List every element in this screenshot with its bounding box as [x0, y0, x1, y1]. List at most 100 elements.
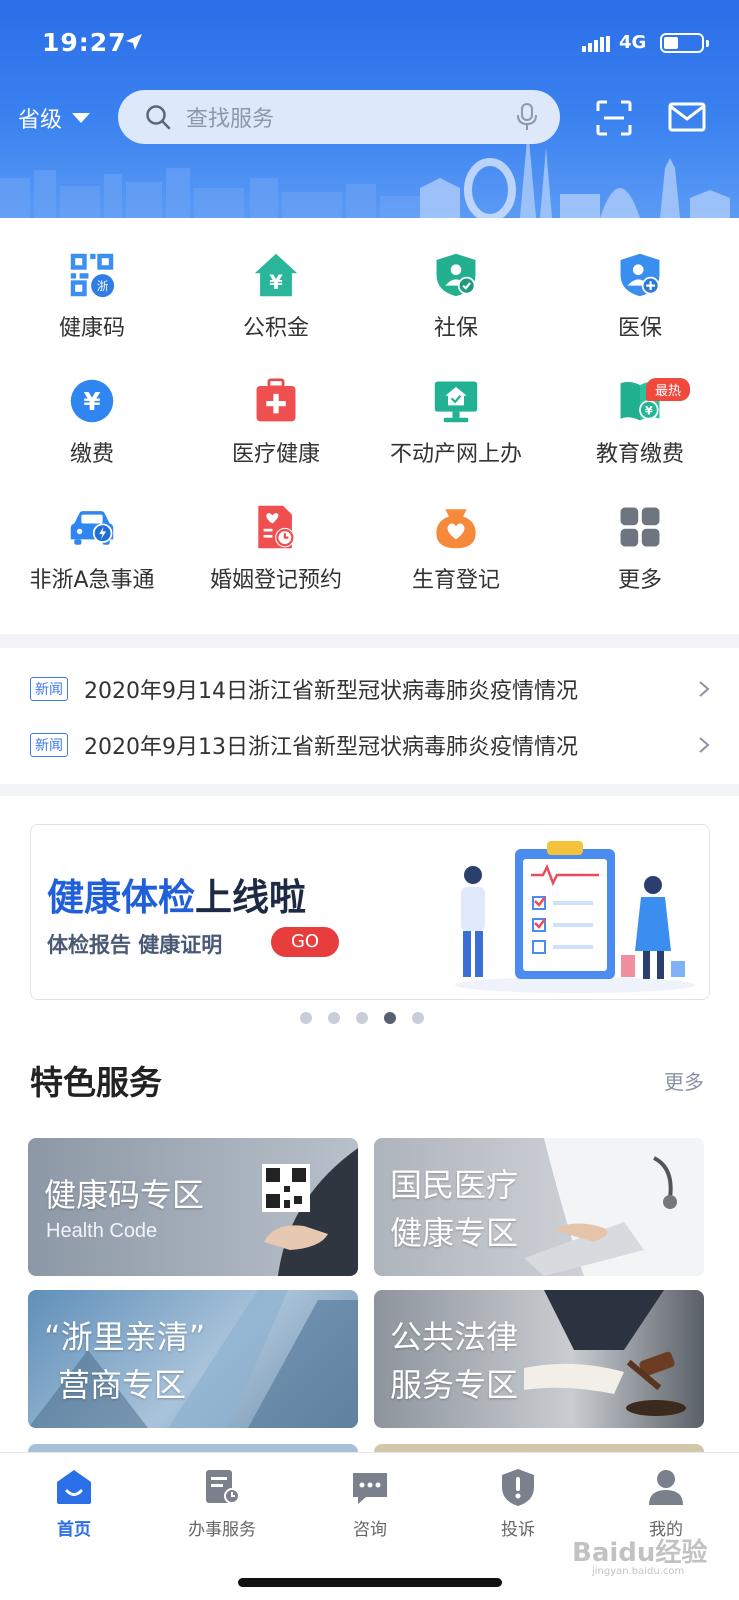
featured-card-medical[interactable]: 国民医疗 健康专区 [374, 1138, 704, 1276]
service-label: 生育登记 [411, 568, 500, 593]
more-grid-icon [620, 507, 660, 547]
card-title: 国民医疗 [390, 1166, 519, 1204]
microphone-icon[interactable] [516, 103, 538, 131]
baidu-watermark: Baidu经验 [572, 1538, 708, 1568]
service-car-emergency[interactable]: 非浙A急事通 [0, 474, 184, 594]
news-item[interactable]: 新闻 2020年9月13日浙江省新型冠状病毒肺炎疫情情况 [30, 720, 710, 770]
region-label: 省级 [18, 108, 63, 133]
card-title-line2: 健康专区 [390, 1214, 519, 1252]
medical-kit-icon [256, 378, 296, 422]
banner-title: 健康体检上线啦 [47, 867, 306, 921]
search-bar[interactable]: 查找服务 [118, 90, 560, 144]
service-health-code[interactable]: 浙 健康码 [0, 222, 184, 342]
real-estate-icon [434, 381, 478, 423]
carousel-dot[interactable] [300, 1012, 312, 1024]
service-marriage-registration[interactable]: 婚姻登记预约 [184, 474, 368, 594]
housing-fund-icon: ¥ [254, 253, 298, 297]
service-label: 健康码 [58, 316, 125, 341]
service-label: 缴费 [69, 442, 114, 467]
featured-card-legal[interactable]: 公共法律 服务专区 [374, 1290, 704, 1428]
app-header: 19:27 4G 省级 查找服务 [0, 0, 739, 218]
carousel-dot-active[interactable] [384, 1012, 396, 1024]
banner-title-highlight: 健康体检 [47, 876, 195, 919]
social-security-icon [436, 253, 476, 297]
service-label: 更多 [617, 568, 662, 593]
home-indicator[interactable] [238, 1578, 502, 1587]
service-more[interactable]: 更多 [548, 474, 732, 594]
svg-text:¥: ¥ [269, 271, 283, 294]
carousel-dot[interactable] [328, 1012, 340, 1024]
carousel-dot[interactable] [412, 1012, 424, 1024]
service-label: 教育缴费 [595, 442, 684, 467]
region-selector[interactable]: 省级 [18, 102, 91, 134]
card-title-line2: 营商专区 [58, 1366, 187, 1404]
car-icon [70, 511, 114, 545]
service-label: 非浙A急事通 [29, 568, 155, 593]
card-title-line2: 服务专区 [390, 1366, 519, 1404]
location-arrow-icon [126, 34, 142, 50]
gavel-illustration [524, 1290, 686, 1416]
complaint-shield-icon [502, 1469, 534, 1506]
news-title: 2020年9月13日浙江省新型冠状病毒肺炎疫情情况 [84, 735, 578, 760]
search-icon [146, 105, 171, 130]
buildings-illustration [28, 1290, 358, 1428]
tab-label: 首页 [57, 1520, 91, 1540]
news-item[interactable]: 新闻 2020年9月14日浙江省新型冠状病毒肺炎疫情情况 [30, 664, 710, 714]
tab-services[interactable]: 办事服务 [148, 1467, 296, 1547]
service-real-estate[interactable]: 不动产网上办 [364, 348, 548, 468]
tab-label: 投诉 [501, 1520, 535, 1540]
cell-signal-icon [582, 36, 610, 52]
status-bar: 19:27 4G [0, 24, 739, 64]
featured-card-health-code[interactable]: 健康码专区 Health Code [28, 1138, 358, 1276]
chat-icon [353, 1473, 387, 1504]
birth-registration-icon [436, 509, 476, 549]
service-education-payment[interactable]: ¥ 教育缴费 [548, 348, 732, 468]
service-label: 婚姻登记预约 [209, 568, 342, 593]
tab-label: 咨询 [353, 1520, 387, 1540]
card-title: 公共法律 [390, 1318, 519, 1356]
promo-banner[interactable]: 健康体检上线啦 体检报告 健康证明 GO [30, 824, 710, 1000]
card-subtitle: Health Code [46, 1220, 158, 1242]
search-placeholder: 查找服务 [186, 107, 275, 132]
carousel-dot[interactable] [356, 1012, 368, 1024]
payment-icon: ¥ [70, 379, 114, 423]
section-title: 特色服务 [30, 1063, 162, 1102]
banner-title-rest: 上线啦 [195, 876, 306, 919]
service-label: 社保 [433, 316, 478, 341]
battery-icon [660, 33, 709, 53]
service-housing-fund[interactable]: ¥ 公积金 [184, 222, 368, 342]
network-type: 4G [619, 32, 647, 53]
service-medical-health[interactable]: 医疗健康 [184, 348, 368, 468]
tab-label: 办事服务 [188, 1520, 256, 1540]
scan-icon[interactable] [596, 100, 632, 136]
doctor-tablet-illustration [524, 1138, 704, 1276]
tab-consult[interactable]: 咨询 [296, 1467, 444, 1547]
svg-text:浙: 浙 [97, 279, 109, 293]
svg-text:¥: ¥ [83, 387, 100, 416]
service-label: 不动产网上办 [389, 442, 522, 467]
checkup-illustration [455, 841, 695, 993]
service-birth-registration[interactable]: 生育登记 [364, 474, 548, 594]
card-title: 健康码专区 [44, 1176, 205, 1214]
banner-go-button[interactable]: GO [271, 927, 339, 957]
carousel-indicator[interactable] [300, 1012, 424, 1024]
banner-subtitle: 体检报告 健康证明 [47, 933, 223, 957]
service-social-security[interactable]: 社保 [364, 222, 548, 342]
news-tag: 新闻 [30, 677, 68, 701]
marriage-registration-icon [258, 505, 295, 549]
service-medical-insurance[interactable]: 医保 [548, 222, 732, 342]
tab-complaint[interactable]: 投诉 [444, 1467, 592, 1547]
chevron-right-icon [699, 681, 710, 697]
home-icon [57, 1470, 91, 1504]
mail-icon[interactable] [668, 102, 706, 132]
featured-card-business[interactable]: “浙里亲清” 营商专区 [28, 1290, 358, 1428]
chevron-right-icon [699, 737, 710, 753]
service-payment[interactable]: ¥ 缴费 [0, 348, 184, 468]
section-more-link[interactable]: 更多 [664, 1066, 704, 1095]
baidu-watermark-url: jingyan.baidu.com [592, 1566, 685, 1577]
svg-text:¥: ¥ [645, 403, 653, 417]
tab-home[interactable]: 首页 [0, 1467, 148, 1547]
chevron-down-icon [72, 113, 91, 123]
health-code-icon: 浙 [70, 253, 115, 298]
service-label: 公积金 [242, 316, 309, 341]
